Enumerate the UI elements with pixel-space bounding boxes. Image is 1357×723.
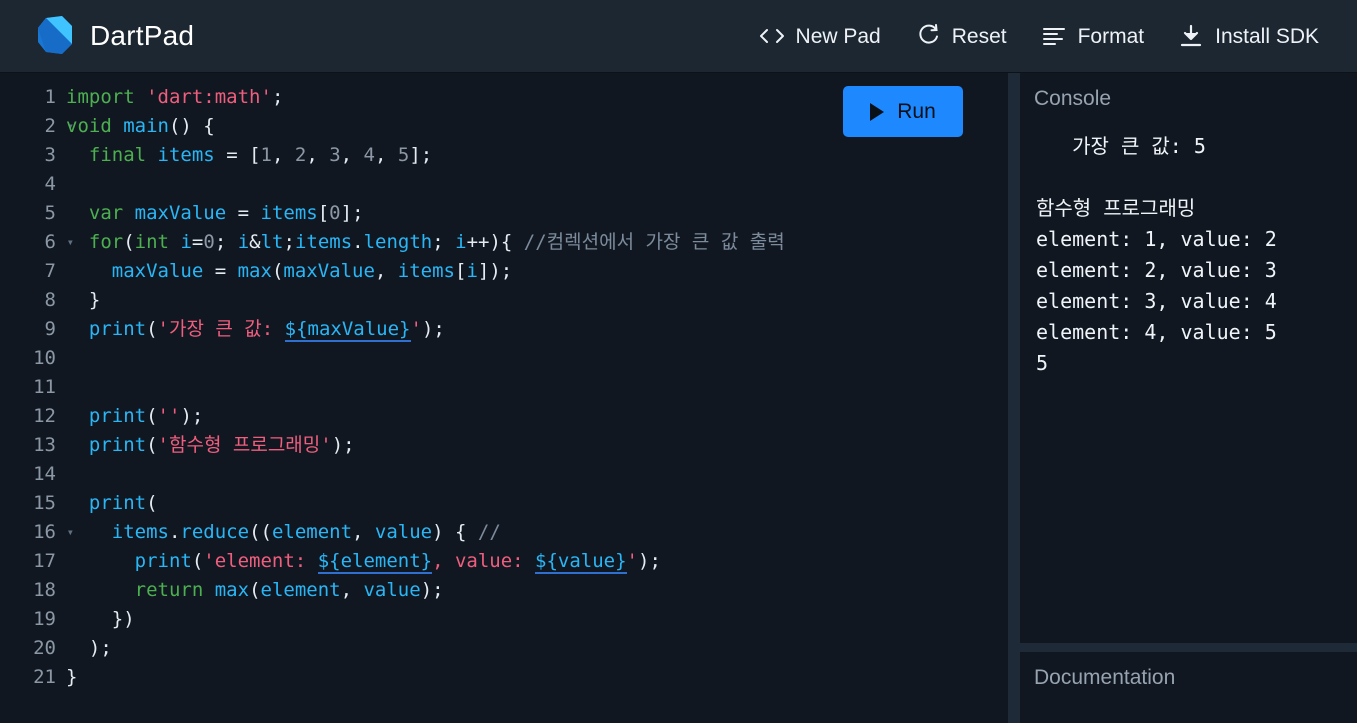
reset-label: Reset [951, 24, 1007, 48]
code-brackets-icon [759, 23, 785, 49]
line-number: 20 [33, 637, 56, 659]
format-label: Format [1077, 24, 1145, 48]
right-panels: Console 가장 큰 값: 5 함수형 프로그래밍 element: 1, v… [1020, 73, 1357, 723]
download-icon [1178, 23, 1204, 49]
documentation-title: Documentation [1034, 666, 1176, 689]
code-line: for(int i=0; i&lt;items.length; i++){ //… [88, 231, 785, 253]
line-number: 5 [44, 202, 56, 224]
dart-logo-icon [36, 14, 76, 58]
line-number: 17 [33, 550, 56, 572]
line-number: 4 [44, 173, 56, 195]
console-doc-splitter[interactable] [1020, 643, 1357, 652]
code-line: print( [88, 492, 158, 514]
refresh-icon [915, 23, 941, 49]
console-title: Console [1034, 87, 1112, 110]
console-line: element: 2, value: 3 [1036, 258, 1277, 282]
code-line: return max(element, value); [134, 579, 444, 601]
code-area[interactable]: 1 2 ▾ 3 4 5 6 ▾ 7 8 9 10 11 12 13 14 15 16… [0, 73, 1008, 723]
code-line: print('element: ${element}, value: ${val… [134, 550, 661, 574]
code-line: ); [66, 637, 112, 659]
code-line: print(''); [88, 405, 204, 427]
line-number: 15 [33, 492, 56, 514]
console-line: 함수형 프로그래밍 [1036, 196, 1196, 220]
header-actions: New Pad Reset Format Install SDK [759, 23, 1333, 49]
console-line: element: 3, value: 4 [1036, 289, 1277, 313]
console-line: element: 1, value: 2 [1036, 227, 1277, 251]
line-number: 8 [44, 289, 56, 311]
line-number: 21 [33, 666, 56, 688]
line-number: 16 ▾ [0, 518, 74, 547]
console-line: element: 4, value: 5 [1036, 320, 1277, 344]
line-number: 9 [44, 318, 56, 340]
code-line: print('함수형 프로그래밍'); [88, 434, 355, 456]
console-panel: Console 가장 큰 값: 5 함수형 프로그래밍 element: 1, v… [1020, 73, 1357, 643]
new-pad-label: New Pad [795, 24, 881, 48]
line-number: 18 [33, 579, 56, 601]
brand: DartPad [36, 14, 194, 58]
run-label: Run [897, 99, 936, 123]
documentation-panel: Documentation [1020, 652, 1357, 723]
editor-panel-splitter[interactable] [1008, 73, 1020, 723]
install-sdk-button[interactable]: Install SDK [1178, 23, 1319, 49]
app-header: DartPad New Pad Reset Format Install SDK [0, 0, 1357, 73]
code-line: items.reduce((element, value) { // [111, 521, 501, 543]
line-number: 11 [33, 376, 56, 398]
line-number: 13 [33, 434, 56, 456]
code-line: maxValue = max(maxValue, items[i]); [111, 260, 513, 282]
line-number-gutter: 1 2 ▾ 3 4 5 6 ▾ 7 8 9 10 11 12 13 14 15 16… [0, 83, 74, 723]
line-number: 1 [44, 86, 56, 108]
console-line: 5 [1036, 351, 1049, 375]
dartpad-app: DartPad New Pad Reset Format Install SDK… [0, 0, 1357, 723]
install-sdk-label: Install SDK [1215, 24, 1319, 48]
console-line: 가장 큰 값: 5 [1036, 134, 1206, 158]
source-code[interactable]: import 'dart:math'; void main() { final i… [62, 83, 1008, 723]
code-line: print('가장 큰 값: ${maxValue}'); [88, 318, 445, 342]
line-number: 6 ▾ [0, 228, 74, 257]
format-lines-icon [1041, 23, 1067, 49]
code-line: } [66, 666, 78, 688]
code-line: }) [66, 608, 135, 630]
line-number: 10 [33, 347, 56, 369]
brand-title: DartPad [90, 20, 195, 51]
play-triangle-icon [870, 102, 885, 121]
console-output: 가장 큰 값: 5 함수형 프로그래밍 element: 1, value: 2 e… [1020, 111, 1357, 379]
new-pad-button[interactable]: New Pad [759, 23, 881, 49]
line-number: 3 [44, 144, 56, 166]
line-number: 12 [33, 405, 56, 427]
line-number: 14 [33, 463, 56, 485]
app-body: 1 2 ▾ 3 4 5 6 ▾ 7 8 9 10 11 12 13 14 15 16… [0, 73, 1357, 723]
format-button[interactable]: Format [1041, 23, 1145, 49]
code-line: final items = [1, 2, 3, 4, 5]; [88, 144, 433, 166]
line-number: 19 [33, 608, 56, 630]
code-line: var maxValue = items[0]; [88, 202, 364, 224]
code-line: } [66, 289, 101, 311]
line-number: 7 [44, 260, 56, 282]
reset-button[interactable]: Reset [915, 23, 1007, 49]
run-button[interactable]: Run [843, 86, 963, 137]
line-number: 2 ▾ [0, 112, 74, 141]
code-editor-panel[interactable]: 1 2 ▾ 3 4 5 6 ▾ 7 8 9 10 11 12 13 14 15 16… [0, 73, 1008, 723]
